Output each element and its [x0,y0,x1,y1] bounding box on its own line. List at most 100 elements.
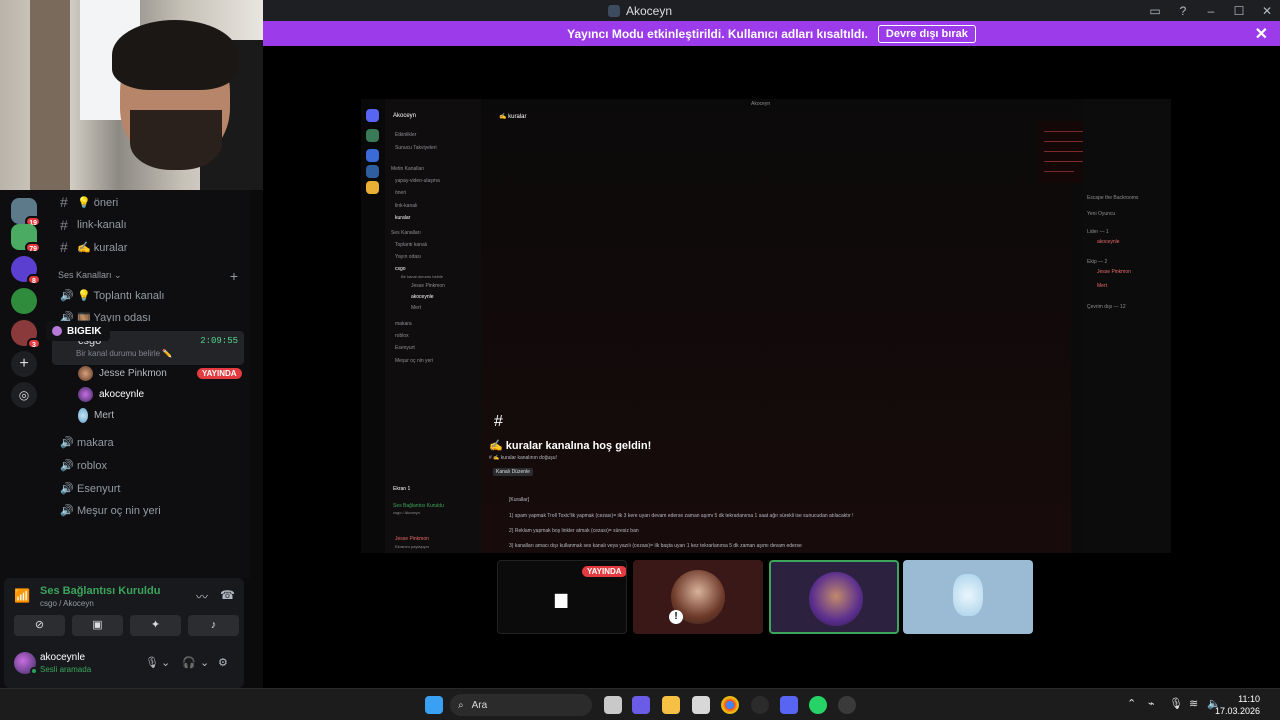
shared-item: Bir kanal durumu belirle [401,274,444,279]
screen-share-icon[interactable]: ▣ [72,615,123,636]
taskbar-search[interactable]: ⌕ Ara [450,694,592,716]
help-icon[interactable]: ? [1176,4,1190,18]
shared-member: Jesse Pinkmon [1097,269,1131,275]
server-badge: 79 [25,242,41,253]
shared-channel-list: Akoceyn Etkinlikler Sunucu Takviyeleri M… [385,99,481,553]
file-explorer-icon[interactable] [662,696,680,714]
task-view-icon[interactable] [604,696,622,714]
voice-status-title[interactable]: Ses Bağlantısı Kuruldu [40,585,160,597]
shared-item: csgo [395,266,406,272]
participant-tile-stream[interactable]: YAYINDA ▆ [497,560,627,634]
shared-server-icon [366,181,379,194]
chrome-icon[interactable] [721,696,739,714]
server-badge: 3 [27,338,41,349]
shared-chat-area [481,99,1071,553]
live-badge: YAYINDA [197,368,242,379]
voice-category-header[interactable]: Ses Kanalları ⌄ [58,270,122,281]
maximize-icon[interactable]: ☐ [1232,4,1246,18]
channel-oneri[interactable]: # 💡 öneri [60,194,118,210]
voice-status-subtitle[interactable]: csgo / Akoceyn [40,599,94,608]
shared-server-icon [366,129,379,142]
shared-screen[interactable]: Akoceyn Etkinlikler Sunucu Takviyeleri M… [361,99,1171,553]
channel-list: # 💡 öneri # link-kanalı # ✍️ kuralar Ses… [48,190,250,578]
avatar [78,387,93,402]
start-menu-icon[interactable] [425,696,443,714]
avatar [78,366,93,381]
speaker-icon: 🔊 [60,437,74,449]
activity-icon[interactable]: ✦ [130,615,181,636]
voice-channel-roblox[interactable]: 🔊 roblox [60,459,107,473]
channel-link-kanali[interactable]: # link-kanalı [60,217,127,233]
disable-streamer-mode-button[interactable]: Devre dışı bırak [877,24,976,43]
shared-item: Sunucu Takviyeleri [395,145,437,151]
chevron-down-icon[interactable]: ⌄ [161,656,170,669]
online-status-dot [30,667,38,675]
clock-time: 11:10 [1238,694,1260,704]
add-server-icon[interactable]: + [11,351,37,377]
add-channel-icon[interactable]: + [230,268,238,284]
speaker-icon: 🔊 [60,505,74,517]
headphones-icon[interactable]: 🎧 [182,656,196,669]
shared-member: akoceynle [1097,239,1120,245]
inbox-icon[interactable]: ▭ [1148,4,1162,18]
rule-3: 3) kanalları amacı dışı kullanmak ses ka… [509,543,802,549]
hash-icon: # [60,217,68,233]
server-icon[interactable]: 8 [11,256,41,285]
banner-close-icon[interactable]: ✕ [1255,24,1268,44]
rule-2: 2) Reklam yapmak boş linkler atmak (ceza… [509,528,639,534]
noise-suppression-icon[interactable]: 〰 [196,588,208,605]
server-icon[interactable]: 79 [11,224,41,253]
minimize-icon[interactable]: – [1204,4,1218,18]
camera-off-icon[interactable]: ⊘ [14,615,65,636]
shared-item: Etkinlikler [395,132,417,138]
channel-status[interactable]: Bir kanal durumu belirle ✏️ [76,349,172,358]
microphone-icon[interactable]: 🎙 [145,656,159,669]
voice-channel-esenyurt[interactable]: 🔊 Esenyurt [60,482,120,496]
member-name: Mert [94,410,114,421]
channel-label: link-kanalı [77,219,127,231]
streamer-mode-banner: Yayıncı Modu etkinleştirildi. Kullanıcı … [263,21,1280,46]
settings-gear-icon[interactable]: ⚙ [218,656,228,669]
channel-kuralar[interactable]: # ✍️ kuralar [60,239,127,255]
chevron-down-icon[interactable]: ⌄ [200,656,209,669]
shared-item: kuralar [395,215,411,221]
user-name[interactable]: akoceynle [40,652,85,663]
steam-icon[interactable] [838,696,856,714]
shared-item: Toplantı kanalı [395,242,428,248]
voice-channel-toplanti[interactable]: 🔊 💡 Toplantı kanalı [60,289,165,302]
server-icon[interactable]: 3 [11,320,41,349]
soundboard-icon[interactable]: ♪ [188,615,239,636]
store-icon[interactable] [692,696,710,714]
network-icon[interactable]: ⌁ [1148,697,1155,710]
server-icon[interactable] [11,288,37,314]
shared-item: Ses Kanalları [391,230,421,236]
copilot-icon[interactable] [632,696,650,714]
wifi-icon[interactable]: ≋ [1189,697,1198,710]
system-clock[interactable]: 11:10 17.03.2026 [1215,693,1260,717]
microphone-icon[interactable]: 🎙 [1169,697,1183,710]
settings-icon[interactable] [751,696,769,714]
voice-member[interactable]: Jesse Pinkmon [78,366,167,381]
channel-label: 💡 Toplantı kanalı [77,290,165,302]
close-icon[interactable]: ✕ [1260,4,1274,18]
channel-label: ✍️ kuralar [77,241,128,254]
banner-text: Yayıncı Modu etkinleştirildi. Kullanıcı … [567,26,868,41]
voice-member[interactable]: Mert [78,408,114,423]
search-icon: ⌕ [458,699,464,711]
participant-tile[interactable]: ! [633,560,763,634]
participant-tile-speaking[interactable] [769,560,899,634]
muted-icon: ! [669,610,683,624]
welcome-title: ✍️ kuralar kanalına hoş geldin! [489,440,652,452]
discord-icon[interactable] [780,696,798,714]
webcam-hair [112,20,238,90]
whatsapp-icon[interactable] [809,696,827,714]
server-icon[interactable]: 19 [11,198,41,227]
discover-icon[interactable]: ◎ [11,382,37,408]
shared-item: Mert [411,305,421,311]
participant-tile[interactable] [903,560,1033,634]
chevron-up-icon[interactable]: ⌃ [1127,697,1136,710]
voice-channel-makara[interactable]: 🔊 makara [60,436,114,450]
voice-channel-mesur[interactable]: 🔊 Meşur oç nin yeri [60,504,161,518]
disconnect-icon[interactable]: ☎ [220,588,235,602]
voice-member[interactable]: akoceynle [78,387,144,402]
